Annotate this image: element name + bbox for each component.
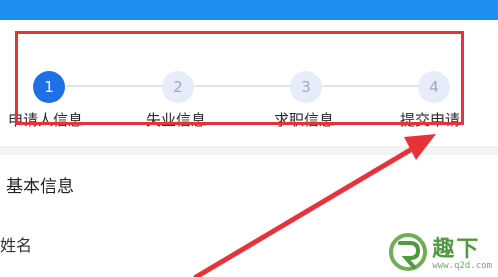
watermark: 趣下 www.q2d.com (388, 233, 492, 271)
section-title-basic-info: 基本信息 (6, 177, 74, 197)
watermark-text: 趣下 (432, 237, 481, 262)
watermark-url: www.q2d.com (432, 261, 492, 271)
top-app-bar (0, 0, 498, 20)
annotation-highlight-box (15, 31, 464, 125)
name-field-label: 姓名 (0, 236, 33, 255)
section-divider (0, 146, 498, 155)
annotation-arrow-shaft (193, 146, 415, 277)
watermark-logo-icon (389, 233, 428, 271)
